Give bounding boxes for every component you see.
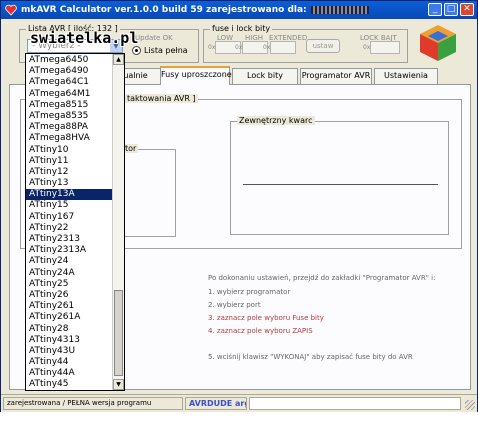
watermark-text: swiatelka.pl xyxy=(30,29,139,47)
dropdown-item[interactable]: ATtiny167 xyxy=(26,212,112,223)
dropdown-item[interactable]: ATtiny10 xyxy=(26,145,112,156)
avrdude-args-input[interactable] xyxy=(249,397,461,410)
dropdown-item[interactable]: ATtiny43U xyxy=(26,346,112,357)
window-title: mkAVR Calculator ver.1.0.0 build 59 zare… xyxy=(21,5,307,15)
crystal-slider-track[interactable] xyxy=(243,184,438,185)
instruction-step-3: 3. zaznacz pole wyboru Fuse bity xyxy=(208,314,324,322)
dropdown-item[interactable]: ATtiny24 xyxy=(26,256,112,267)
update-ok-label: Update OK xyxy=(135,34,173,42)
dropdown-item[interactable]: ATmega64C1 xyxy=(26,77,112,88)
lock-byte-input[interactable] xyxy=(370,41,400,54)
dropdown-item[interactable]: ATtiny24A xyxy=(26,268,112,279)
tab-lock-bits[interactable]: Lock bity xyxy=(232,68,298,84)
tab-avr-programmer[interactable]: Programator AVR xyxy=(300,68,372,84)
dropdown-item[interactable]: ATtiny13A xyxy=(26,189,112,201)
avr-dropdown-items: ATmega6450 ATmega6490 ATmega64C1 ATmega64M1… xyxy=(26,55,112,390)
dropdown-item[interactable]: ATmega8HVA xyxy=(26,133,112,144)
full-list-label: Lista pełna xyxy=(144,46,188,55)
dropdown-item[interactable]: ATtiny261 xyxy=(26,301,112,312)
dropdown-item[interactable]: ATtiny11 xyxy=(26,156,112,167)
minimize-button[interactable]: _ xyxy=(428,3,442,16)
resize-grip-icon[interactable] xyxy=(465,400,475,410)
scroll-up-icon[interactable]: ▲ xyxy=(113,54,124,65)
apply-fuse-button[interactable]: ustaw xyxy=(306,39,340,53)
instruction-intro: Po dokonaniu ustawień, przejdź do zakład… xyxy=(208,274,436,282)
dropdown-item[interactable]: ATtiny45 xyxy=(26,379,112,390)
dropdown-item[interactable]: ATtiny25 xyxy=(26,279,112,290)
dropdown-item[interactable]: ATtiny28 xyxy=(26,324,112,335)
external-crystal-group: Zewnętrzny kwarc xyxy=(230,116,449,235)
dropdown-item[interactable]: ATtiny12 xyxy=(26,167,112,178)
dropdown-item[interactable]: ATtiny2313A xyxy=(26,245,112,256)
heart-icon xyxy=(5,4,17,16)
avr-dropdown-list[interactable]: ATmega6450 ATmega6490 ATmega64C1 ATmega64M1… xyxy=(25,53,125,391)
status-bar: zarejestrowana / PEŁNA wersja programu A… xyxy=(1,394,477,412)
dropdown-item[interactable]: ATtiny4313 xyxy=(26,335,112,346)
dropdown-item[interactable]: ATtiny22 xyxy=(26,223,112,234)
avrdude-args-label: AVRDUDE arg. xyxy=(189,399,247,408)
title-bar[interactable]: mkAVR Calculator ver.1.0.0 build 59 zare… xyxy=(1,1,477,19)
dropdown-item[interactable]: ATtiny15 xyxy=(26,200,112,211)
dropdown-item[interactable]: ATmega8535 xyxy=(26,111,112,122)
dropdown-item[interactable]: ATtiny2313 xyxy=(26,234,112,245)
maximize-button[interactable]: □ xyxy=(444,3,458,16)
oscillator-group: tor xyxy=(118,144,176,237)
window-controls: _ □ ✕ xyxy=(428,3,474,16)
full-list-radio[interactable] xyxy=(132,46,141,55)
dropdown-item[interactable]: ATmega6490 xyxy=(26,66,112,77)
tab-simplified-fuses[interactable]: Fusy uproszczone xyxy=(160,66,232,85)
redacted-owner-name xyxy=(310,6,369,14)
instruction-step-5: 5. wciśnij klawisz "WYKONAJ" aby zapisać… xyxy=(208,353,413,361)
instruction-step-4: 4. zaznacz pole wyboru ZAPIS xyxy=(208,327,313,335)
dropdown-item[interactable]: ATtiny261A xyxy=(26,312,112,323)
oscillator-group-label: tor xyxy=(123,144,139,153)
avrdude-args-label-pane: AVRDUDE arg. xyxy=(185,397,247,410)
close-button[interactable]: ✕ xyxy=(460,3,474,16)
instruction-step-2: 2. wybierz port xyxy=(208,301,261,309)
dropdown-item[interactable]: ATtiny44A xyxy=(26,368,112,379)
dropdown-item[interactable]: ATtiny26 xyxy=(26,290,112,301)
fuse-extended-input[interactable] xyxy=(270,41,296,54)
dropdown-item[interactable]: ATtiny13 xyxy=(26,178,112,189)
clock-source-group-label: taktowania AVR ] xyxy=(125,94,198,103)
license-status: zarejestrowana / PEŁNA wersja programu xyxy=(3,397,183,410)
dropdown-item[interactable]: ATtiny44 xyxy=(26,357,112,368)
instruction-step-1: 1. wybierz programator xyxy=(208,288,291,296)
dropdown-item[interactable]: ATmega8515 xyxy=(26,100,112,111)
scroll-down-icon[interactable]: ▼ xyxy=(113,379,124,390)
app-logo-icon xyxy=(420,25,456,61)
scrollbar-thumb[interactable] xyxy=(114,290,123,376)
dropdown-item[interactable]: ATmega64M1 xyxy=(26,89,112,100)
external-crystal-group-label: Zewnętrzny kwarc xyxy=(237,116,315,125)
tab-settings[interactable]: Ustawienia xyxy=(374,68,438,84)
fuse-group-label: fuse i lock bity xyxy=(210,24,273,33)
dropdown-scrollbar[interactable]: ▲ ▼ xyxy=(112,54,124,390)
dropdown-item[interactable]: ATmega6450 xyxy=(26,55,112,66)
dropdown-item[interactable]: ATmega88PA xyxy=(26,122,112,133)
